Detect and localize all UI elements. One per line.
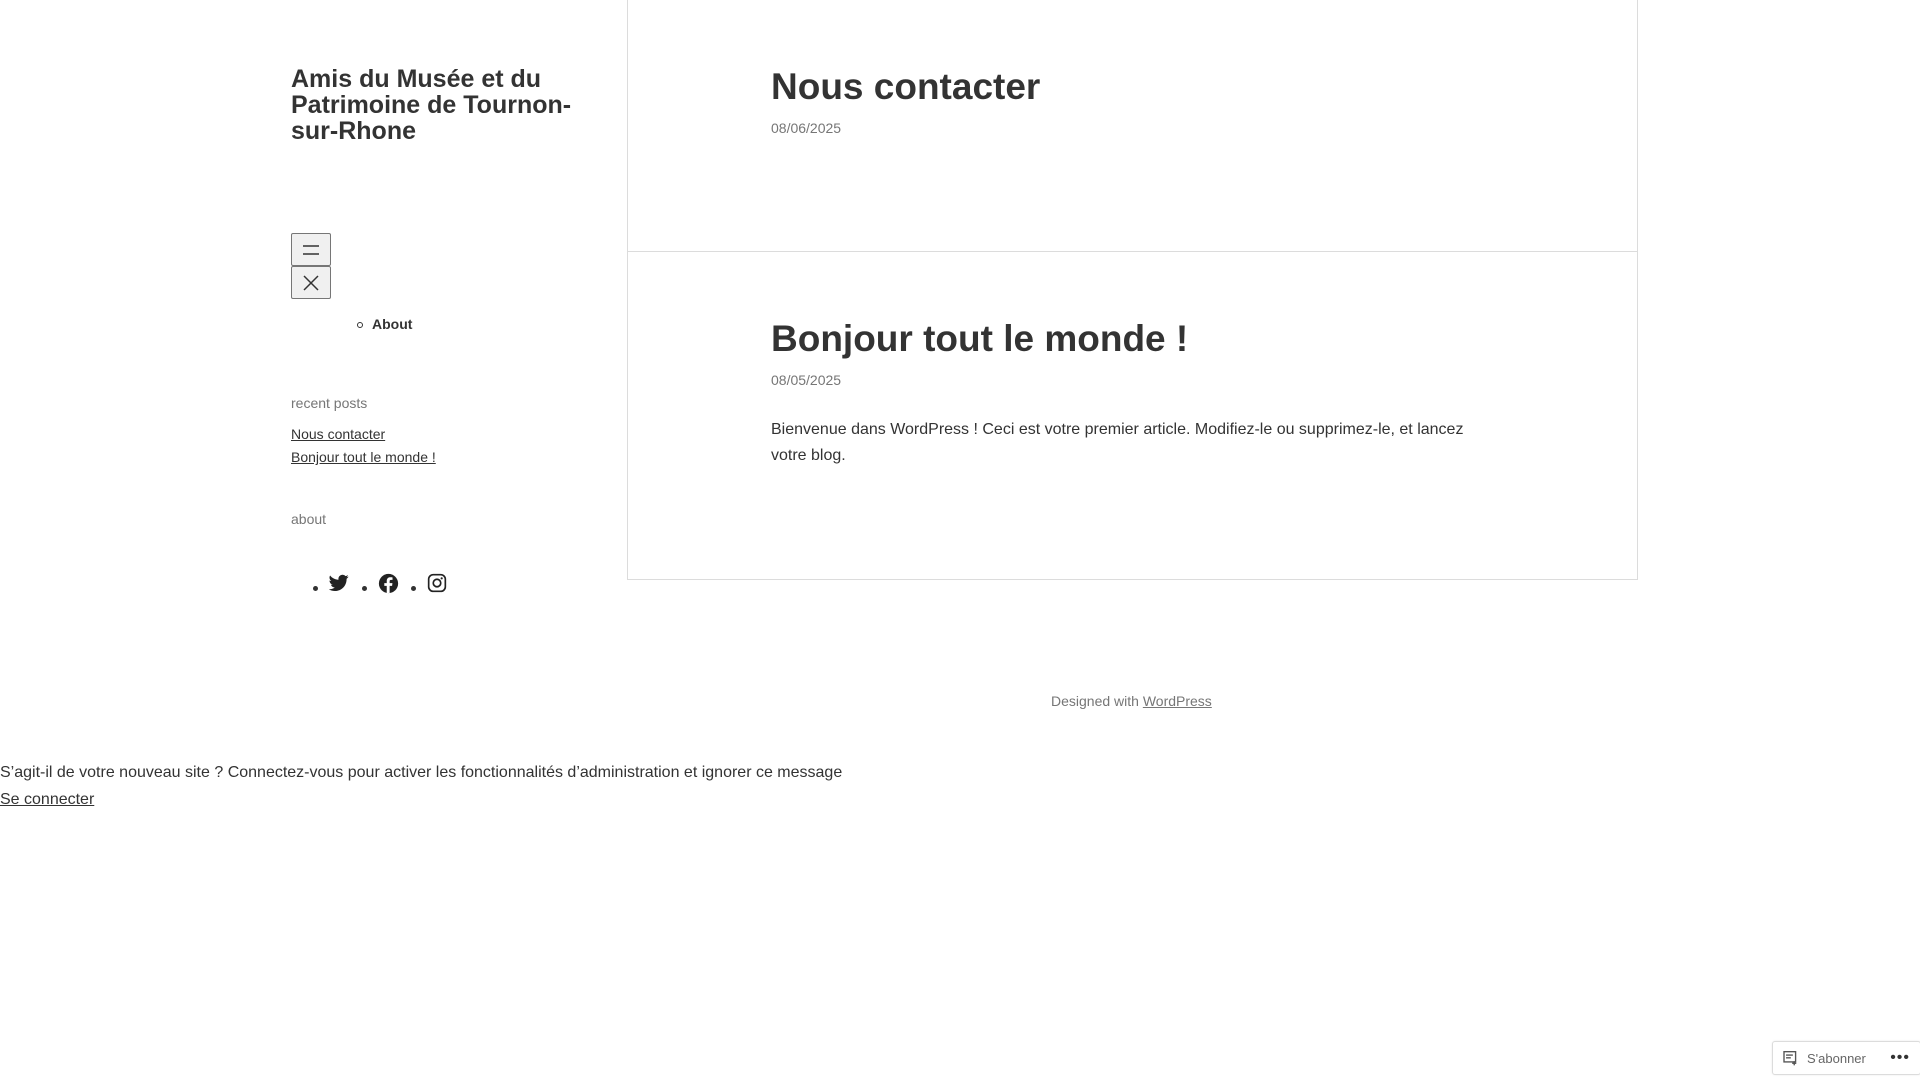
reader-icon	[1783, 1050, 1797, 1065]
footer-prefix: Designed with	[1051, 693, 1139, 709]
post-date[interactable]: 08/06/2025	[771, 120, 841, 136]
about-title: about	[291, 511, 327, 527]
social-links	[313, 572, 460, 594]
recent-post-link-nous-contacter[interactable]: Nous contacter	[291, 426, 385, 442]
nav-bullet	[357, 322, 363, 328]
post-card: Bonjour tout le monde ! 08/05/2025 Bienv…	[627, 252, 1638, 580]
site-title[interactable]: Amis du Musée et du Patrimoine de Tourno…	[291, 66, 591, 144]
subscribe-button[interactable]: S'abonner	[1783, 1050, 1866, 1066]
twitter-icon[interactable]	[328, 572, 350, 594]
hamburger-icon	[303, 244, 319, 255]
login-link[interactable]: Se connecter	[0, 791, 94, 808]
wordpress-link[interactable]: WordPress	[1143, 693, 1212, 709]
footer-credit: Designed with WordPress	[1051, 693, 1212, 709]
list-bullet	[411, 586, 416, 591]
nav-item-label: About	[372, 316, 413, 332]
nav-item-about[interactable]: About	[357, 316, 413, 332]
recent-post-link-bonjour[interactable]: Bonjour tout le monde !	[291, 449, 436, 465]
post-date[interactable]: 08/05/2025	[771, 372, 841, 388]
main-content: Nous contacter 08/06/2025 Bonjour tout l…	[627, 0, 1638, 580]
primary-nav: About	[357, 316, 413, 332]
subscribe-label: S'abonner	[1807, 1050, 1866, 1066]
instagram-icon[interactable]	[426, 572, 448, 594]
page: Amis du Musée et du Patrimoine de Tourno…	[0, 0, 1920, 1080]
menu-buttons	[291, 233, 331, 299]
recent-posts-list: Nous contacter Bonjour tout le monde !	[291, 423, 436, 469]
sidebar: Amis du Musée et du Patrimoine de Tourno…	[291, 0, 591, 593]
recent-posts-title: recent posts	[291, 395, 368, 411]
list-bullet	[362, 586, 367, 591]
recent-post-item: Nous contacter	[291, 423, 436, 446]
post-title[interactable]: Bonjour tout le monde !	[771, 318, 1188, 360]
list-bullet	[313, 586, 318, 591]
facebook-icon[interactable]	[377, 572, 399, 594]
subscribe-bar: S'abonner •••	[1772, 1041, 1920, 1075]
post-card: Nous contacter 08/06/2025	[627, 0, 1638, 252]
more-options-icon[interactable]: •••	[1890, 1049, 1910, 1067]
post-excerpt: Bienvenue dans WordPress ! Ceci est votr…	[771, 421, 1464, 464]
recent-post-item: Bonjour tout le monde !	[291, 446, 436, 469]
menu-open-button[interactable]	[291, 233, 331, 266]
notice-message: S’agit-il de votre nouveau site ? Connec…	[0, 764, 843, 781]
post-title[interactable]: Nous contacter	[771, 66, 1040, 108]
close-icon	[303, 274, 319, 291]
admin-notice: S’agit-il de votre nouveau site ? Connec…	[0, 759, 842, 813]
menu-close-button[interactable]	[291, 266, 331, 299]
